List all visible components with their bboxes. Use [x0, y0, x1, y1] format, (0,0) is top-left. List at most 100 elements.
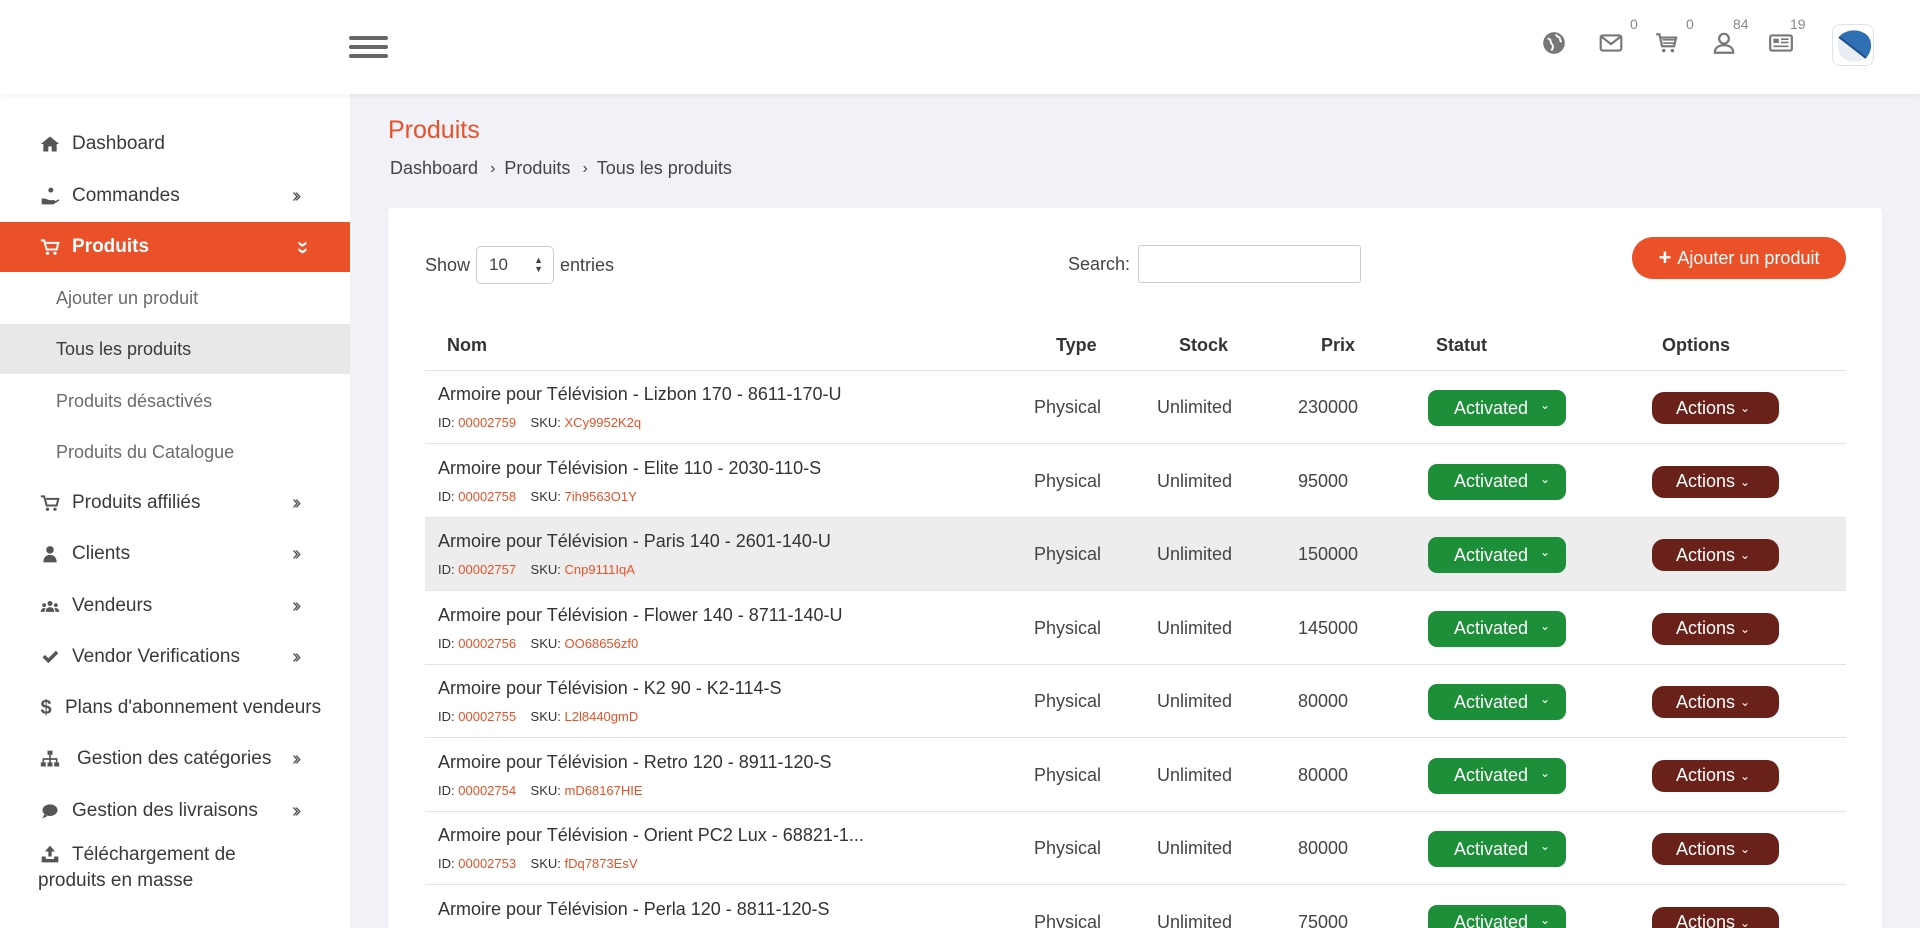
actions-label: Actions [1676, 765, 1736, 785]
sidebar-item-label: Produits affiliés [72, 492, 201, 513]
sidebar-item-label: Vendeurs [72, 595, 153, 616]
status-dropdown-button[interactable]: Activated ⌄ [1428, 684, 1566, 720]
entries-select[interactable]: 10 ▲ ▼ [476, 246, 555, 284]
sidebar-subitem-tous-produits[interactable]: Tous les produits [0, 324, 350, 374]
actions-dropdown-button[interactable]: Actions ⌄ [1652, 906, 1779, 928]
column-header-nom[interactable]: Nom [447, 335, 487, 356]
product-stock: Unlimited [1157, 764, 1233, 785]
product-meta: ID: 00002753 SKU: fDq7873EsV [438, 856, 638, 871]
product-sku: L2l8440gmD [564, 709, 639, 724]
chevron-right-icon: › [582, 159, 588, 177]
actions-dropdown-button[interactable]: Actions ⌄ [1652, 465, 1779, 498]
cart-icon[interactable] [1654, 30, 1682, 58]
sidebar-item-produits[interactable]: Produits ›› [0, 222, 350, 272]
status-label: Activated [1454, 397, 1529, 418]
product-stock: Unlimited [1157, 838, 1233, 858]
column-header-prix[interactable]: Prix [1321, 335, 1355, 356]
status-dropdown-button[interactable]: Activated ⌄ [1428, 904, 1566, 928]
table-row: Armoire pour Télévision - Retro 120 - 89… [425, 739, 1846, 812]
table-row: Armoire pour Télévision - Lizbon 170 - 8… [425, 371, 1846, 444]
actions-label: Actions [1676, 691, 1736, 712]
column-header-type[interactable]: Type [1056, 335, 1097, 356]
sidebar-item-vendeurs[interactable]: Vendeurs ›› [0, 581, 350, 631]
sidebar-item-gestion-livraisons[interactable]: Gestion des livraisons ›› [0, 786, 350, 836]
sidebar-subitem-produits-catalogue[interactable]: Produits du Catalogue [0, 427, 350, 477]
breadcrumb-current: Tous les produits [596, 158, 732, 178]
sidebar-item-telechargement-masse[interactable]: Téléchargement de produits en masse [0, 842, 350, 902]
status-dropdown-button[interactable]: Activated ⌄ [1428, 757, 1566, 794]
sidebar-item-commandes[interactable]: Commandes ›› [0, 171, 350, 221]
sidebar-item-gestion-categories[interactable]: Gestion des catégories ›› [0, 734, 350, 784]
sidebar-item-label: Gestion des catégories [77, 748, 272, 769]
id-label: ID: [438, 562, 455, 577]
table-row: Armoire pour Télévision - Perla 120 - 88… [425, 886, 1846, 928]
id-label: ID: [438, 635, 455, 651]
sidebar-item-clients[interactable]: Clients ›› [0, 529, 350, 579]
search-label: Search: [1068, 253, 1131, 274]
actions-dropdown-button[interactable]: Actions ⌄ [1652, 686, 1779, 718]
product-name[interactable]: Armoire pour Télévision - Lizbon 170 - 8… [438, 384, 842, 405]
actions-dropdown-button[interactable]: Actions ⌄ [1652, 392, 1779, 424]
product-stock: Unlimited [1157, 691, 1233, 711]
status-dropdown-button[interactable]: Activated ⌄ [1428, 463, 1566, 500]
product-id: 00002753 [458, 856, 517, 871]
sku-label: SKU: [530, 635, 561, 651]
table-row: Armoire pour Télévision - Flower 140 - 8… [425, 592, 1846, 665]
page-title: Produits [388, 116, 480, 144]
product-meta: ID: 00002759 SKU: XCy9952K2q [438, 415, 641, 430]
product-name[interactable]: Armoire pour Télévision - Perla 120 - 88… [438, 899, 830, 920]
sidebar-subitem-produits-desactives[interactable]: Produits désactivés [0, 376, 350, 426]
add-product-button[interactable]: + Ajouter un produit [1632, 237, 1846, 279]
id-label: ID: [438, 782, 455, 798]
column-header-options[interactable]: Options [1662, 335, 1730, 356]
product-sku: Cnp9111IqA [564, 562, 635, 577]
newspaper-icon[interactable] [1768, 30, 1796, 58]
actions-dropdown-button[interactable]: Actions ⌄ [1652, 539, 1779, 571]
sidebar-item-vendor-verifications[interactable]: Vendor Verifications ›› [0, 632, 350, 682]
product-id: 00002758 [458, 488, 517, 504]
table-row: Armoire pour Télévision - Paris 140 - 26… [425, 518, 1846, 591]
globe-icon[interactable] [1541, 30, 1569, 58]
breadcrumb-dashboard[interactable]: Dashboard [390, 158, 478, 179]
user-icon[interactable] [1711, 30, 1739, 58]
avatar[interactable] [1832, 24, 1874, 66]
hand-coins-icon [38, 184, 62, 208]
sidebar-item-dashboard[interactable]: Dashboard [0, 119, 350, 169]
product-name[interactable]: Armoire pour Télévision - Flower 140 - 8… [438, 605, 843, 626]
check-icon [38, 645, 62, 669]
mail-count-badge: 0 [1630, 16, 1638, 32]
mail-icon[interactable] [1598, 30, 1626, 58]
sidebar-subitem-ajouter-produit[interactable]: Ajouter un produit [0, 273, 350, 323]
actions-label: Actions [1676, 618, 1736, 638]
product-type: Physical [1034, 911, 1102, 928]
chevron-down-icon: ⌄ [1740, 695, 1751, 709]
chevron-down-icon: ⌄ [1539, 545, 1550, 559]
id-label: ID: [438, 488, 455, 504]
search-input[interactable] [1138, 245, 1362, 283]
product-meta: ID: 00002757 SKU: Cnp9111IqA [438, 562, 635, 577]
product-name[interactable]: Armoire pour Télévision - Paris 140 - 26… [438, 531, 831, 552]
status-dropdown-button[interactable]: Activated ⌄ [1428, 537, 1566, 573]
product-name[interactable]: Armoire pour Télévision - K2 90 - K2-114… [438, 678, 782, 699]
status-dropdown-button[interactable]: Activated ⌄ [1428, 831, 1566, 867]
sidebar-item-produits-affilies[interactable]: Produits affiliés ›› [0, 478, 350, 528]
product-name[interactable]: Armoire pour Télévision - Retro 120 - 89… [438, 752, 832, 773]
column-header-stock[interactable]: Stock [1179, 335, 1228, 356]
menu-toggle-icon[interactable] [349, 36, 388, 62]
cart-count-badge: 0 [1686, 16, 1694, 32]
status-dropdown-button[interactable]: Activated ⌄ [1428, 610, 1566, 647]
sidebar-item-label: Gestion des livraisons [72, 800, 258, 821]
actions-dropdown-button[interactable]: Actions ⌄ [1652, 612, 1779, 645]
product-sku: fDq7873EsV [564, 856, 638, 871]
breadcrumb-produits[interactable]: Produits [504, 158, 570, 179]
actions-dropdown-button[interactable]: Actions ⌄ [1652, 833, 1779, 865]
product-name[interactable]: Armoire pour Télévision - Orient PC2 Lux… [438, 825, 864, 846]
product-name[interactable]: Armoire pour Télévision - Elite 110 - 20… [438, 458, 821, 479]
actions-dropdown-button[interactable]: Actions ⌄ [1652, 759, 1779, 792]
chevron-double-right-icon: ›› [292, 542, 302, 565]
table-row: Armoire pour Télévision - Orient PC2 Lux… [425, 812, 1846, 885]
status-dropdown-button[interactable]: Activated ⌄ [1428, 390, 1566, 426]
chevron-down-icon: ⌄ [1539, 398, 1550, 412]
column-header-statut[interactable]: Statut [1436, 335, 1487, 356]
sidebar-item-plans-abonnement[interactable]: $ Plans d'abonnement vendeurs [0, 683, 350, 733]
